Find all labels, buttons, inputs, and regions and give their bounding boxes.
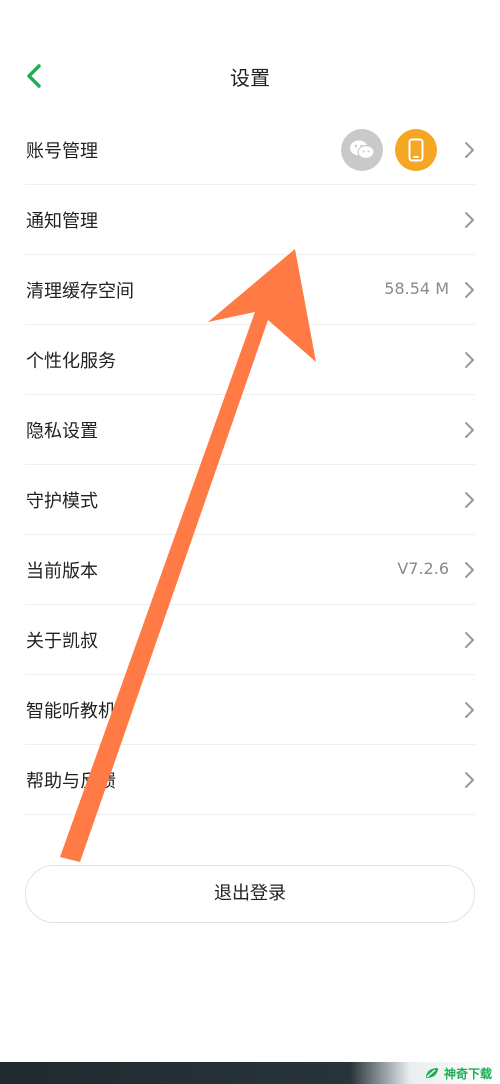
version-value: V7.2.6 <box>397 559 449 578</box>
settings-item-personalization[interactable]: 个性化服务 <box>25 325 475 395</box>
settings-item-label: 隐私设置 <box>26 421 98 442</box>
settings-item-version[interactable]: 当前版本 V7.2.6 <box>25 535 475 605</box>
settings-item-label: 关于凯叔 <box>26 631 98 652</box>
chevron-right-icon <box>465 282 474 298</box>
chevron-right-icon <box>465 212 474 228</box>
settings-item-help-feedback[interactable]: 帮助与反馈 <box>25 745 475 815</box>
settings-item-notification[interactable]: 通知管理 <box>25 185 475 255</box>
settings-item-smart-player[interactable]: 智能听教机 <box>25 675 475 745</box>
settings-item-label: 当前版本 <box>26 561 98 582</box>
chevron-right-icon <box>465 562 474 578</box>
logout-button[interactable]: 退出登录 <box>25 865 475 923</box>
settings-item-label: 个性化服务 <box>26 351 116 372</box>
settings-item-clear-cache[interactable]: 清理缓存空间 58.54 M <box>25 255 475 325</box>
settings-list: 账号管理 通知管理 清理缓存空间 58.54 M 个性化服务 隐私设置 守护模式… <box>0 115 500 815</box>
settings-item-account[interactable]: 账号管理 <box>25 115 475 185</box>
settings-item-label: 清理缓存空间 <box>26 281 134 302</box>
settings-item-label: 通知管理 <box>26 211 98 232</box>
settings-item-guardian-mode[interactable]: 守护模式 <box>25 465 475 535</box>
page-title: 设置 <box>230 66 270 90</box>
settings-item-label: 账号管理 <box>26 141 98 162</box>
settings-item-label: 智能听教机 <box>26 701 116 722</box>
chevron-right-icon <box>465 142 474 158</box>
wechat-icon[interactable] <box>341 129 383 171</box>
header: 设置 <box>0 40 500 110</box>
settings-item-about[interactable]: 关于凯叔 <box>25 605 475 675</box>
settings-item-label: 帮助与反馈 <box>26 771 116 792</box>
settings-item-privacy[interactable]: 隐私设置 <box>25 395 475 465</box>
chevron-right-icon <box>465 772 474 788</box>
cache-size-value: 58.54 M <box>384 279 449 298</box>
chevron-right-icon <box>465 492 474 508</box>
watermark: 神奇下载 <box>424 1063 492 1083</box>
chevron-right-icon <box>465 702 474 718</box>
chevron-right-icon <box>465 352 474 368</box>
chevron-right-icon <box>465 632 474 648</box>
account-icons <box>341 129 437 171</box>
leaf-logo-icon <box>425 1068 438 1078</box>
settings-item-label: 守护模式 <box>26 491 98 512</box>
chevron-right-icon <box>465 422 474 438</box>
phone-icon[interactable] <box>395 129 437 171</box>
watermark-text: 神奇下载 <box>443 1066 492 1081</box>
